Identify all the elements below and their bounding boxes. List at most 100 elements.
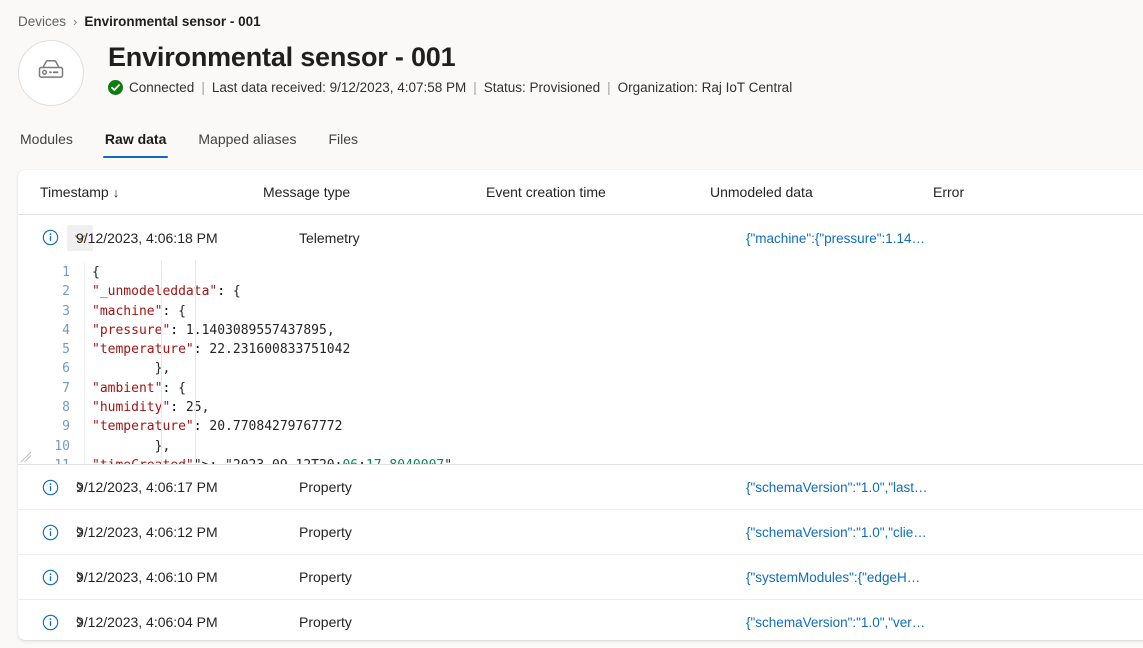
row-controls [18, 519, 84, 545]
json-line-number: 4 [62, 322, 70, 338]
provision-status: Status: Provisioned [483, 80, 601, 95]
indent-guide [195, 260, 196, 464]
resize-handle-icon[interactable] [20, 450, 32, 463]
tab-files[interactable]: Files [326, 130, 360, 158]
row-controls [18, 564, 84, 590]
tab-mapped-aliases[interactable]: Mapped aliases [196, 130, 298, 158]
json-line: 11 "timeCreated"">: "2023-09-12T20:06:17… [18, 455, 1143, 464]
cell-timestamp: 9/12/2023, 4:06:04 PM [76, 614, 218, 630]
column-header-event-creation-time[interactable]: Event creation time [486, 184, 710, 200]
json-line: 5 "temperature": 22.231600833751042 [18, 340, 1143, 360]
cell-unmodeled-data: {"schemaVersion":"1.0","last… [746, 479, 969, 495]
indent-guide [161, 260, 162, 464]
table-header: Timestamp ↓ Message type Event creation … [18, 170, 1143, 215]
cell-timestamp: 9/12/2023, 4:06:18 PM [76, 229, 218, 246]
json-line: 8 "humidity": 25, [18, 398, 1143, 418]
unmodeled-data-link[interactable]: {"schemaVersion":"1.0","ver… [746, 615, 925, 630]
breadcrumb: Devices › Environmental sensor - 001 [0, 0, 1143, 32]
info-icon[interactable] [40, 522, 60, 542]
cell-message-type: Property [299, 614, 352, 630]
json-line: 7 "ambient": { [18, 378, 1143, 399]
json-line: 10 }, [18, 436, 1143, 456]
cell-unmodeled-data: {"schemaVersion":"1.0","clie… [746, 524, 969, 540]
cell-unmodeled-data: {"schemaVersion":"1.0","ver… [746, 614, 969, 630]
json-line-content: "_unmodeleddata": { [84, 282, 1143, 302]
device-status-line: Connected | Last data received: 9/12/202… [108, 80, 792, 95]
table-row[interactable]: 9/12/2023, 4:06:17 PM Property {"schemaV… [18, 465, 1143, 510]
tab-bar: Modules Raw data Mapped aliases Files [0, 116, 1143, 158]
json-line-number: 6 [62, 361, 70, 377]
tab-modules[interactable]: Modules [18, 130, 75, 158]
cell-message-type: Telemetry [299, 229, 360, 246]
raw-data-table-card: Timestamp ↓ Message type Event creation … [18, 170, 1143, 640]
table-row[interactable]: 9/12/2023, 4:06:10 PM Property {"systemM… [18, 555, 1143, 600]
column-header-unmodeled-data[interactable]: Unmodeled data [710, 184, 933, 200]
json-line-content: "ambient": { [84, 378, 1143, 399]
connected-check-icon [108, 80, 123, 95]
device-meta: Environmental sensor - 001 Connected | L… [108, 38, 792, 95]
table-row[interactable]: 9/12/2023, 4:06:12 PM Property {"schemaV… [18, 510, 1143, 555]
json-line-content: }, [84, 436, 1143, 456]
json-line-number: 9 [62, 419, 70, 435]
json-line-content: "timeCreated"">: "2023-09-12T20:06:17.80… [84, 455, 1143, 464]
page-title: Environmental sensor - 001 [108, 42, 456, 72]
json-scroll-area: 1{2 "_unmodeleddata": {3 "machine": {4 "… [18, 260, 1143, 464]
breadcrumb-current: Environmental sensor - 001 [84, 14, 261, 29]
cell-unmodeled-data: {"systemModules":{"edgeH… [746, 569, 969, 585]
json-line-number: 8 [62, 400, 70, 416]
breadcrumb-separator-icon: › [73, 14, 78, 29]
row-controls [18, 609, 84, 635]
table-row[interactable]: 9/12/2023, 4:06:04 PM Property {"schemaV… [18, 600, 1143, 640]
unmodeled-data-link[interactable]: {"machine":{"pressure":1.14… [746, 231, 925, 246]
avatar [18, 40, 84, 106]
cell-message-type: Property [299, 569, 352, 585]
json-line-content: "temperature": 22.231600833751042 [84, 340, 1143, 360]
info-icon[interactable] [40, 612, 60, 632]
device-header: Environmental sensor - 001 Connected | L… [0, 32, 1143, 110]
cell-message-type: Property [299, 524, 352, 540]
json-line: 2 "_unmodeleddata": { [18, 282, 1143, 302]
json-line-number: 1 [62, 265, 70, 280]
json-detail-viewer[interactable]: 1{2 "_unmodeleddata": {3 "machine": {4 "… [18, 260, 1143, 465]
info-icon[interactable] [40, 228, 60, 248]
column-header-timestamp[interactable]: Timestamp ↓ [40, 184, 263, 200]
row-controls [18, 224, 93, 251]
status-separator-2: | [473, 80, 477, 95]
unmodeled-data-link[interactable]: {"schemaVersion":"1.0","last… [746, 480, 928, 495]
unmodeled-data-link[interactable]: {"schemaVersion":"1.0","clie… [746, 525, 927, 540]
status-badge: Connected [129, 80, 195, 95]
json-line-number: 7 [62, 380, 70, 396]
cell-message-type: Property [299, 479, 352, 495]
status-separator-3: | [607, 80, 611, 95]
tab-raw-data[interactable]: Raw data [102, 130, 169, 158]
breadcrumb-link-devices[interactable]: Devices [18, 14, 66, 29]
last-data-received: Last data received: 9/12/2023, 4:07:58 P… [211, 80, 467, 95]
json-line-content: "humidity": 25, [84, 398, 1143, 418]
json-line: 4 "pressure": 1.1403089557437895, [18, 320, 1143, 341]
json-line-content: "machine": { [84, 301, 1143, 321]
row-controls [18, 474, 84, 500]
json-line-number: 5 [62, 342, 70, 358]
json-line-content: "pressure": 1.1403089557437895, [84, 320, 1143, 341]
cell-unmodeled-data: {"machine":{"pressure":1.14… [746, 230, 969, 246]
json-line: 1{ [18, 263, 1143, 283]
json-line: 6 }, [18, 359, 1143, 379]
json-line: 9 "temperature": 20.77084279767772 [18, 417, 1143, 437]
column-header-error[interactable]: Error [933, 184, 1093, 200]
column-header-message-type[interactable]: Message type [263, 184, 486, 200]
cell-timestamp: 9/12/2023, 4:06:12 PM [76, 524, 218, 540]
json-line-content: }, [84, 359, 1143, 379]
sort-descending-icon: ↓ [112, 184, 120, 200]
info-icon[interactable] [40, 477, 60, 497]
cell-timestamp: 9/12/2023, 4:06:10 PM [76, 569, 218, 585]
device-server-icon [35, 58, 67, 89]
json-line-number: 3 [62, 303, 70, 319]
column-header-timestamp-label: Timestamp [40, 184, 109, 200]
status-separator-1: | [201, 80, 205, 95]
json-line: 3 "machine": { [18, 301, 1143, 321]
json-line-content: "temperature": 20.77084279767772 [84, 417, 1143, 437]
unmodeled-data-link[interactable]: {"systemModules":{"edgeH… [746, 570, 920, 585]
info-icon[interactable] [40, 567, 60, 587]
table-row[interactable]: 9/12/2023, 4:06:18 PM Telemetry {"machin… [18, 215, 1143, 260]
json-line-number: 2 [62, 284, 70, 300]
